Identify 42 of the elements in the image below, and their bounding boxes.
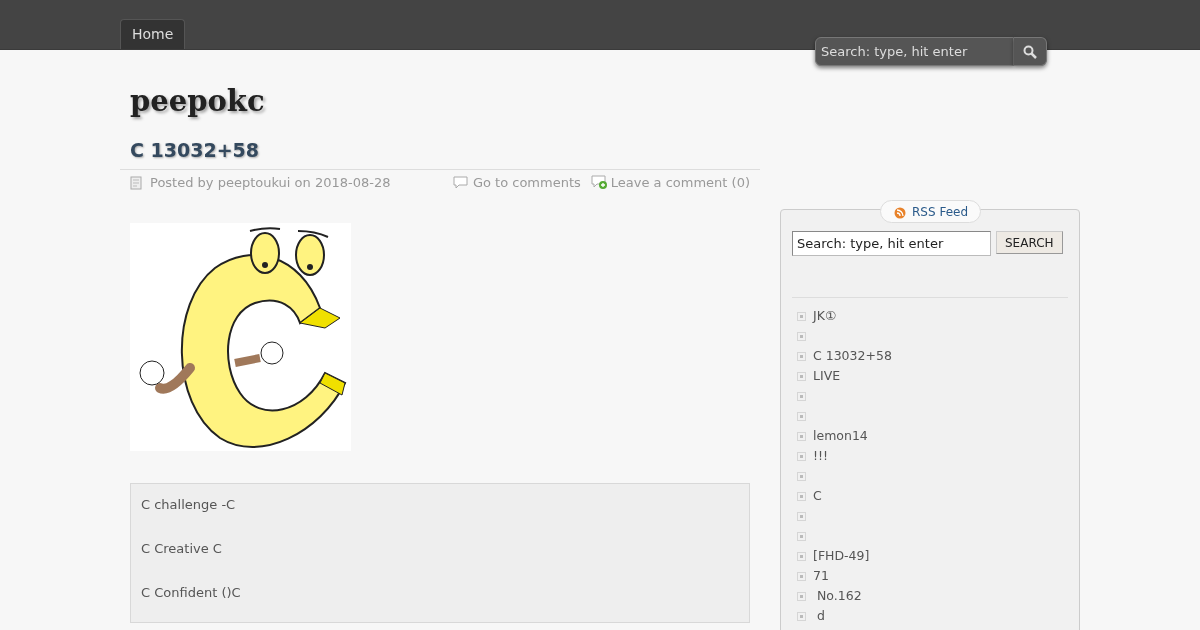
list-bullet-icon bbox=[797, 311, 806, 321]
list-bullet-icon bbox=[797, 491, 806, 501]
list-bullet-icon bbox=[797, 391, 806, 401]
site-title[interactable]: peepokc bbox=[130, 83, 750, 119]
sidebar-link[interactable]: No.162 bbox=[813, 586, 862, 606]
sidebar-link[interactable]: [FHD-49] bbox=[813, 546, 870, 566]
sidebar-link[interactable]: !!! bbox=[813, 446, 829, 466]
search-icon bbox=[1023, 44, 1037, 59]
list-bullet-icon bbox=[797, 371, 806, 381]
speech-bubble-icon bbox=[452, 176, 468, 189]
sidebar-link[interactable]: lemon14 bbox=[813, 426, 868, 446]
list-bullet-icon bbox=[797, 611, 806, 621]
sidebar-link[interactable]: JK① bbox=[813, 306, 837, 326]
sidebar-link[interactable]: 71 bbox=[813, 566, 829, 586]
add-comment-icon bbox=[590, 175, 608, 190]
sidebar-link[interactable]: LIVE bbox=[813, 366, 841, 386]
list-bullet-icon bbox=[797, 431, 806, 441]
rss-feed-link[interactable]: RSS Feed bbox=[880, 200, 981, 223]
list-bullet-icon bbox=[797, 471, 806, 481]
sidebar-link[interactable]: C bbox=[813, 486, 822, 506]
list-bullet-icon bbox=[797, 511, 806, 521]
document-icon bbox=[130, 175, 142, 190]
sidebar-link[interactable]: C 13032+58 bbox=[813, 346, 892, 366]
header-search-field[interactable]: Search: type, hit enter bbox=[815, 37, 1014, 66]
list-bullet-icon bbox=[797, 591, 806, 601]
list-bullet-icon bbox=[797, 451, 806, 461]
search-button[interactable]: SEARCH bbox=[996, 231, 1063, 254]
list-bullet-icon bbox=[797, 551, 806, 561]
post-title[interactable]: C 13032+58 bbox=[130, 136, 750, 164]
quote-paragraph: C Confident ()C bbox=[141, 584, 242, 602]
sidebar-link[interactable]: d bbox=[813, 606, 825, 626]
post-meta: Posted by peeptoukui on 2018-08-28 bbox=[150, 173, 391, 192]
list-bullet-icon bbox=[797, 351, 806, 361]
nav-tab[interactable]: Home bbox=[120, 19, 186, 49]
list-bullet-icon bbox=[797, 531, 806, 541]
list-bullet-icon bbox=[797, 411, 806, 421]
list-bullet-icon bbox=[797, 331, 806, 341]
list-bullet-icon bbox=[797, 571, 806, 581]
sidebar-search-field[interactable]: Search: type, hit enter bbox=[792, 231, 991, 256]
quote-paragraph: C Creative C bbox=[141, 540, 223, 558]
search-button[interactable] bbox=[1014, 37, 1047, 66]
quote-paragraph: C challenge -C bbox=[141, 496, 237, 514]
